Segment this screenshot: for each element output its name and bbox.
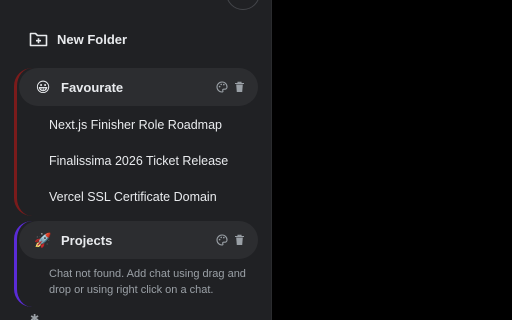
folder-projects: 🚀 Projects Chat not found. Add chat usin…: [14, 221, 267, 307]
folder-title: Favourate: [61, 79, 124, 95]
new-folder-label: New Folder: [57, 31, 128, 47]
folder-title: Projects: [61, 232, 113, 248]
chat-item[interactable]: Finalissima 2026 Ticket Release: [49, 151, 234, 171]
folder-header-favourate[interactable]: 😀 Favourate: [19, 68, 258, 106]
smiley-icon: 😀: [35, 78, 51, 95]
folder-header-projects[interactable]: 🚀 Projects: [19, 221, 258, 259]
partial-icon: ✱: [30, 313, 40, 320]
sidebar-panel: New Folder 😀 Favourate Next.js Finisher …: [0, 0, 272, 320]
chat-item[interactable]: Next.js Finisher Role Roadmap: [49, 115, 234, 135]
chat-item[interactable]: Vercel SSL Certificate Domain: [49, 187, 234, 207]
rocket-icon: 🚀: [34, 231, 52, 248]
palette-icon[interactable]: [215, 234, 228, 247]
trash-icon[interactable]: [233, 234, 246, 247]
palette-icon[interactable]: [215, 81, 228, 94]
folder-plus-icon: [28, 30, 48, 48]
trash-icon[interactable]: [233, 81, 246, 94]
avatar-button[interactable]: [226, 0, 260, 10]
empty-folder-message: Chat not found. Add chat using drag and …: [49, 268, 246, 296]
new-folder-button[interactable]: New Folder: [28, 28, 228, 50]
folder-favourate: 😀 Favourate Next.js Finisher Role Roadma…: [14, 68, 267, 216]
